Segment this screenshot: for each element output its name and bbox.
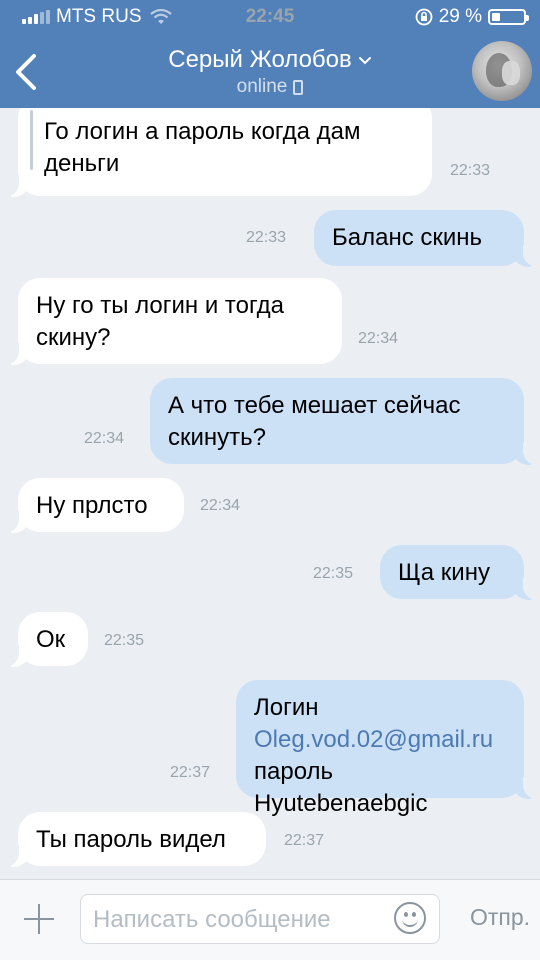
chat-header: MTS RUS 22:45 29 % Серый Жолобов online: [0, 0, 540, 108]
message-text: Ок: [36, 626, 66, 653]
battery-percent: 29 %: [438, 6, 482, 27]
message-text: Ну го ты логин и тогда скину?: [36, 292, 285, 351]
message-time: 22:33: [450, 162, 491, 179]
send-button[interactable]: Отпр.: [470, 904, 530, 931]
bubble-tail: [3, 645, 31, 667]
status-bar: MTS RUS 22:45 29 %: [0, 6, 540, 30]
bubble-tail: [3, 845, 31, 867]
rotation-lock-icon: [415, 8, 433, 26]
message-text: Ну прлсто: [36, 492, 148, 519]
bubble-tail: [511, 245, 539, 267]
message-text: А что тебе мешает сейчас скинуть?: [168, 392, 461, 451]
bubble-tail: [3, 511, 31, 533]
message-incoming[interactable]: Ну го ты логин и тогда скину?: [3, 278, 342, 365]
message-time: 22:37: [170, 764, 211, 781]
message-text: Баланс скинь: [332, 224, 483, 251]
bubble-tail: [3, 343, 31, 365]
avatar[interactable]: [472, 41, 532, 101]
message-time: 22:35: [313, 565, 354, 582]
message-time: 22:35: [104, 632, 145, 649]
message-list: Го логин а пароль когда дам деньги 22:33…: [0, 0, 540, 960]
message-outgoing[interactable]: Логин Oleg.vod.02@gmail.ru пароль Hyuteb…: [236, 680, 539, 817]
message-incoming[interactable]: Ок: [3, 612, 88, 667]
bubble-tail: [511, 443, 539, 465]
message-time: 22:33: [246, 229, 287, 246]
reply-indicator: [30, 110, 33, 170]
message-outgoing[interactable]: Баланс скинь: [314, 210, 539, 267]
bubble-tail: [511, 777, 539, 799]
bubble-tail: [3, 175, 31, 197]
bubble-tail: [511, 578, 539, 600]
mobile-icon: [293, 79, 304, 95]
message-text-suffix: пароль Hyutebenaebgic: [254, 758, 428, 817]
message-incoming[interactable]: Ну прлсто: [3, 478, 184, 533]
message-text-prefix: Логин: [254, 694, 319, 721]
attach-plus-icon[interactable]: [22, 902, 56, 936]
emoji-icon[interactable]: [394, 902, 426, 934]
message-incoming[interactable]: Ты пароль видел: [3, 812, 266, 867]
contact-name: Серый Жолобов: [168, 46, 352, 73]
message-text: Ща кину: [398, 559, 490, 586]
message-time: 22:34: [358, 330, 399, 347]
battery-icon: [488, 9, 529, 25]
chevron-down-icon: [358, 57, 371, 65]
message-time: 22:37: [284, 832, 325, 849]
message-input-placeholder: Написать сообщение: [93, 906, 331, 933]
message-time: 22:34: [84, 430, 125, 447]
message-outgoing[interactable]: Ща кину: [380, 545, 539, 600]
online-status: online: [236, 76, 288, 97]
message-text: Го логин а пароль когда дам деньги: [44, 118, 361, 177]
message-outgoing[interactable]: А что тебе мешает сейчас скинуть?: [150, 378, 539, 465]
email-link[interactable]: Oleg.vod.02@gmail.ru: [254, 726, 493, 753]
message-text: Ты пароль видел: [36, 826, 226, 853]
message-composer: Написать сообщение Отпр.: [0, 879, 540, 960]
chat-title[interactable]: Серый Жолобов online: [0, 46, 540, 98]
message-incoming[interactable]: Го логин а пароль когда дам деньги: [3, 96, 432, 197]
message-input[interactable]: Написать сообщение: [80, 894, 440, 944]
message-time: 22:34: [200, 497, 241, 514]
